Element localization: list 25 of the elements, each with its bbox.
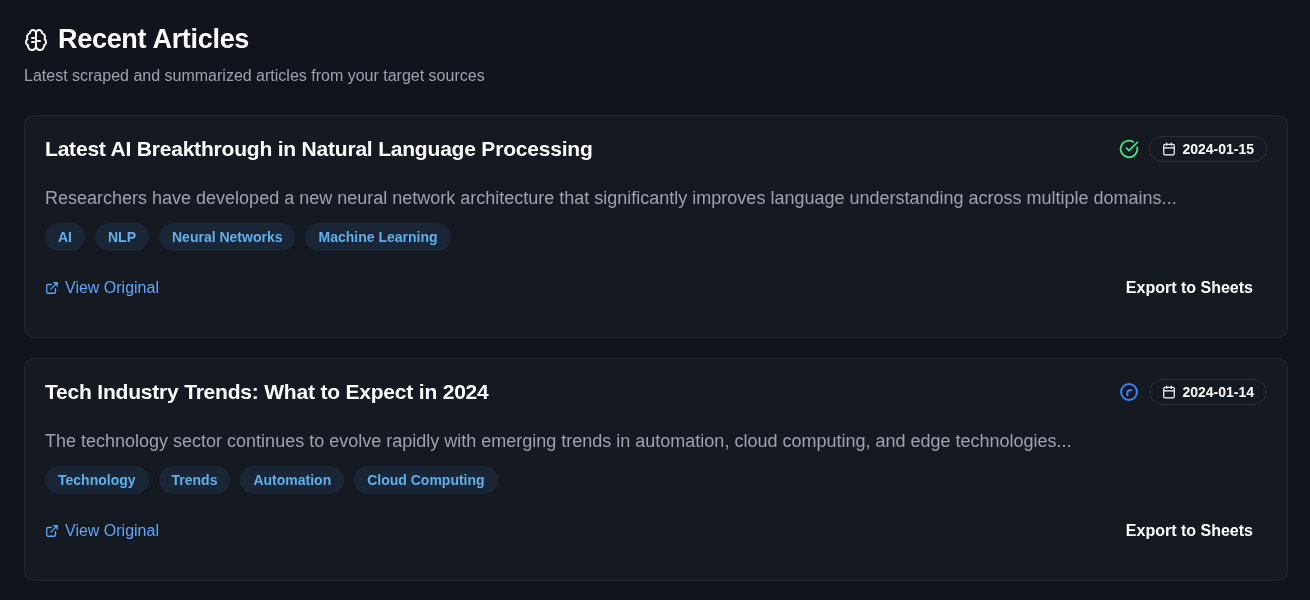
date-text: 2024-01-15	[1182, 141, 1254, 157]
tag: Machine Learning	[305, 223, 451, 251]
tag: Technology	[45, 466, 149, 494]
brain-icon	[24, 27, 48, 52]
external-link-icon	[45, 281, 59, 295]
article-summary: The technology sector continues to evolve rapidly with emerging trends in automation, cloud computing, and edge technologies...	[45, 431, 1073, 452]
calendar-icon	[1162, 142, 1177, 156]
article-summary: Researchers have developed a new neural network architecture that significantly improves language understanding across multiple domains...	[45, 188, 1178, 209]
tag: Automation	[240, 466, 345, 494]
tag: Neural Networks	[159, 223, 296, 251]
page-title: Recent Articles	[58, 24, 250, 55]
export-button[interactable]: Export to Sheets	[1111, 273, 1267, 303]
tag: Cloud Computing	[354, 466, 498, 494]
view-original-link[interactable]: View Original	[45, 522, 159, 540]
article-title: Tech Industry Trends: What to Expect in 2024	[45, 380, 489, 404]
date-text: 2024-01-14	[1182, 384, 1254, 400]
tag: AI	[45, 223, 85, 251]
page-subtitle: Latest scraped and summarized articles from your target sources	[24, 67, 486, 85]
tag: Trends	[158, 466, 231, 494]
external-link-icon	[45, 524, 59, 538]
article-title: Latest AI Breakthrough in Natural Language Processing	[45, 137, 593, 161]
view-original-link[interactable]: View Original	[45, 279, 159, 297]
tag: NLP	[95, 223, 149, 251]
calendar-icon	[1162, 385, 1177, 399]
export-button[interactable]: Export to Sheets	[1111, 516, 1267, 546]
